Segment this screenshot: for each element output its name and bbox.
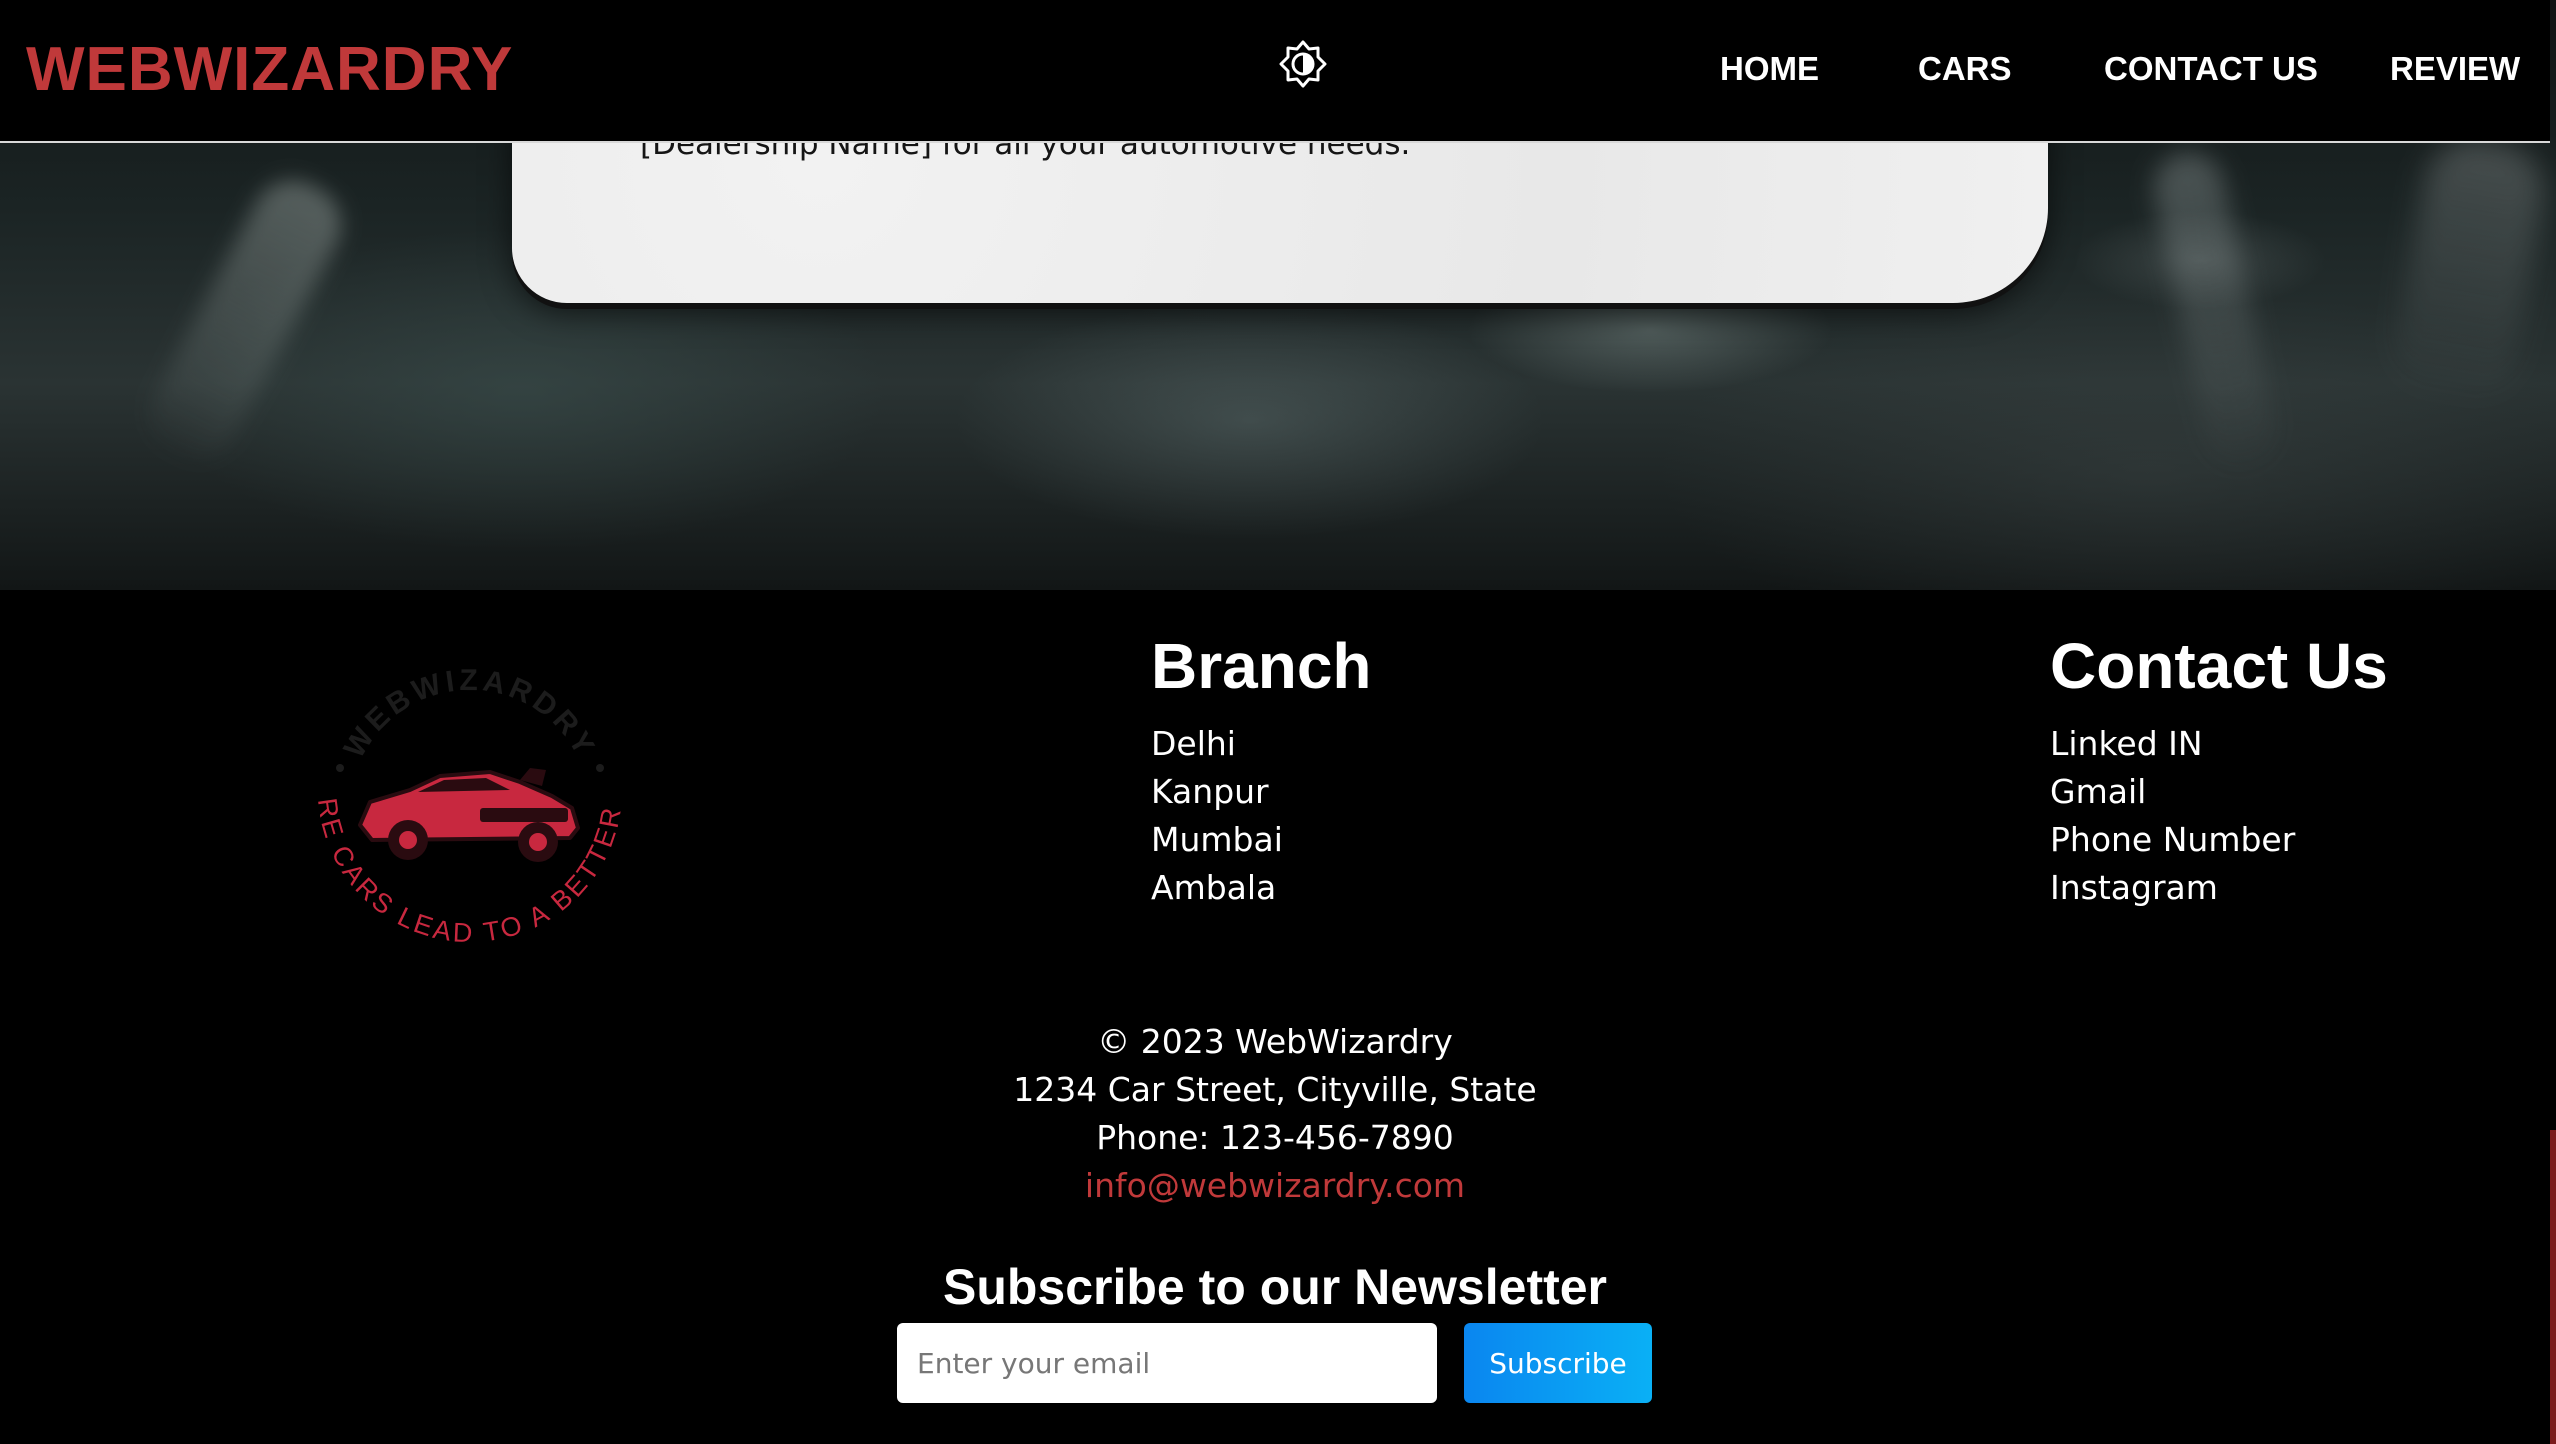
contact-link-gmail[interactable]: Gmail xyxy=(2050,768,2388,816)
nav-cars[interactable]: CARS xyxy=(1918,50,2012,88)
subscribe-button[interactable]: Subscribe xyxy=(1464,1323,1652,1403)
branch-heading: Branch xyxy=(1151,630,1372,702)
phone-text: Phone: 123-456-7890 xyxy=(1096,1118,1454,1157)
branch-item-ambala[interactable]: Ambala xyxy=(1151,864,1372,912)
contact-link-phone[interactable]: Phone Number xyxy=(2050,816,2388,864)
main-nav: HOME CARS CONTACT US REVIEW xyxy=(0,50,2556,90)
newsletter-heading: Subscribe to our Newsletter xyxy=(942,1259,1608,1315)
car-icon xyxy=(358,768,580,862)
svg-text:WEBWIZARDRY: WEBWIZARDRY xyxy=(338,664,603,764)
company-info: © 2023 WebWizardry 1234 Car Street, City… xyxy=(0,1018,2550,1210)
background-highlight xyxy=(134,166,356,474)
copyright-text: © 2023 WebWizardry xyxy=(1097,1022,1453,1061)
address-text: 1234 Car Street, Cityville, State xyxy=(1013,1070,1537,1109)
contact-heading: Contact Us xyxy=(2050,630,2388,702)
background-highlight xyxy=(2147,146,2283,474)
navbar: WEBWIZARDRY HOME CARS CONTACT US REVIEW xyxy=(0,0,2550,143)
scrollbar-thumb[interactable] xyxy=(2550,1130,2556,1444)
contact-link-instagram[interactable]: Instagram xyxy=(2050,864,2388,912)
nav-review[interactable]: REVIEW xyxy=(2390,50,2520,88)
contact-column: Contact Us Linked IN Gmail Phone Number … xyxy=(2050,634,2388,912)
email-link[interactable]: info@webwizardry.com xyxy=(0,1162,2550,1210)
contact-link-linkedin[interactable]: Linked IN xyxy=(2050,720,2388,768)
nav-home[interactable]: HOME xyxy=(1720,50,1819,88)
branch-item-mumbai[interactable]: Mumbai xyxy=(1151,816,1372,864)
newsletter-email-input[interactable] xyxy=(897,1323,1437,1403)
footer: WEBWIZARDRY WHERE CARS LEAD TO A BETTER … xyxy=(0,590,2550,1444)
background-highlight xyxy=(2388,131,2552,409)
logo-arc-top-text: WEBWIZARDRY xyxy=(338,664,599,764)
branch-item-delhi[interactable]: Delhi xyxy=(1151,720,1372,768)
branch-item-kanpur[interactable]: Kanpur xyxy=(1151,768,1372,816)
branch-column: Branch Delhi Kanpur Mumbai Ambala xyxy=(1151,634,1372,912)
nav-contact-us[interactable]: CONTACT US xyxy=(2104,50,2318,88)
brand-emblem-logo: WEBWIZARDRY WHERE CARS LEAD TO A BETTER … xyxy=(276,606,650,990)
